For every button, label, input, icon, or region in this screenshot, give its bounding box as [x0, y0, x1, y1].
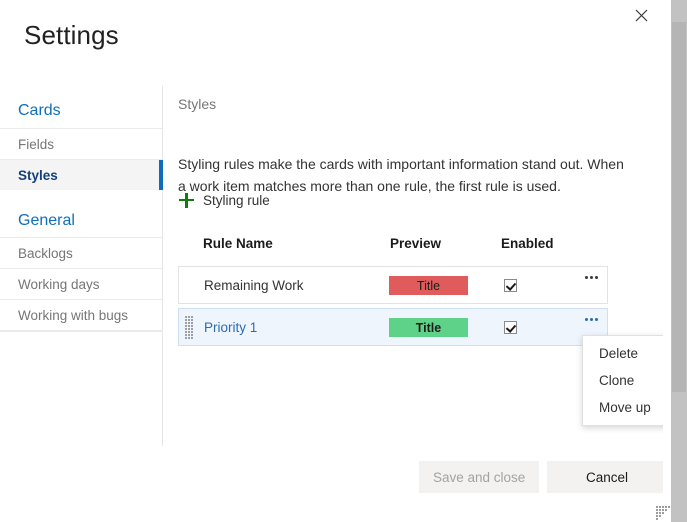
rule-enabled-checkbox[interactable] — [504, 320, 517, 334]
sidebar-item-label: Working days — [18, 276, 100, 292]
content-heading: Styles — [178, 96, 217, 112]
rule-enabled-cell — [504, 267, 517, 303]
context-menu-item-move-up[interactable]: Move up — [583, 394, 663, 421]
add-styling-rule-label: Styling rule — [203, 192, 270, 208]
styling-rules-table: Rule Name Preview Enabled Remaining Work… — [178, 236, 608, 346]
column-header-preview: Preview — [390, 236, 442, 251]
plus-icon — [179, 192, 194, 208]
sidebar-item-styles[interactable]: Styles — [0, 159, 163, 190]
sidebar-item-label: Backlogs — [18, 245, 73, 261]
table-row[interactable]: Priority 1 Title — [178, 308, 608, 346]
sidebar-item-backlogs[interactable]: Backlogs — [0, 237, 162, 268]
context-menu-item-clone[interactable]: Clone — [583, 367, 663, 394]
rule-preview-badge: Title — [389, 318, 468, 337]
rule-preview-badge: Title — [389, 276, 468, 295]
settings-dialog: Settings Cards Fields Styles General Bac… — [0, 0, 663, 522]
column-header-enabled: Enabled — [501, 236, 554, 251]
sidebar-item-working-with-bugs[interactable]: Working with bugs — [0, 299, 162, 330]
rule-name: Remaining Work — [204, 277, 304, 293]
rule-name: Priority 1 — [204, 319, 258, 335]
vertical-scrollbar-track[interactable] — [671, 0, 687, 522]
dialog-header: Settings — [0, 0, 663, 72]
sidebar-item-label: Styles — [18, 167, 58, 183]
resize-grip-icon[interactable] — [656, 506, 670, 520]
cancel-button[interactable]: Cancel — [547, 461, 663, 493]
sidebar-group-cards: Cards — [18, 102, 61, 119]
row-context-menu: Delete Clone Move up — [582, 335, 663, 426]
vertical-scrollbar-thumb[interactable] — [672, 22, 686, 392]
rule-enabled-cell — [504, 309, 517, 345]
more-horizontal-icon[interactable] — [580, 311, 602, 327]
column-header-rule-name: Rule Name — [203, 236, 273, 251]
sidebar-item-fields[interactable]: Fields — [0, 128, 162, 159]
settings-sidebar: Cards Fields Styles General Backlogs Wor… — [0, 86, 163, 446]
table-row[interactable]: Remaining Work Title — [178, 266, 608, 304]
sidebar-item-working-days[interactable]: Working days — [0, 268, 162, 299]
more-horizontal-icon[interactable] — [580, 269, 602, 285]
sidebar-item-label: Fields — [18, 136, 55, 152]
sidebar-divider — [0, 330, 162, 332]
drag-handle-icon[interactable] — [185, 316, 195, 340]
close-icon[interactable] — [624, 0, 658, 30]
add-styling-rule-button[interactable]: Styling rule — [179, 189, 270, 211]
dialog-footer: Save and close Cancel — [0, 446, 663, 522]
table-header-row: Rule Name Preview Enabled — [178, 236, 608, 266]
sidebar-item-label: Working with bugs — [18, 307, 129, 323]
save-and-close-button[interactable]: Save and close — [419, 461, 540, 493]
sidebar-group-general: General — [18, 212, 75, 229]
page-title: Settings — [24, 20, 119, 50]
context-menu-item-delete[interactable]: Delete — [583, 340, 663, 367]
rule-enabled-checkbox[interactable] — [504, 278, 517, 292]
